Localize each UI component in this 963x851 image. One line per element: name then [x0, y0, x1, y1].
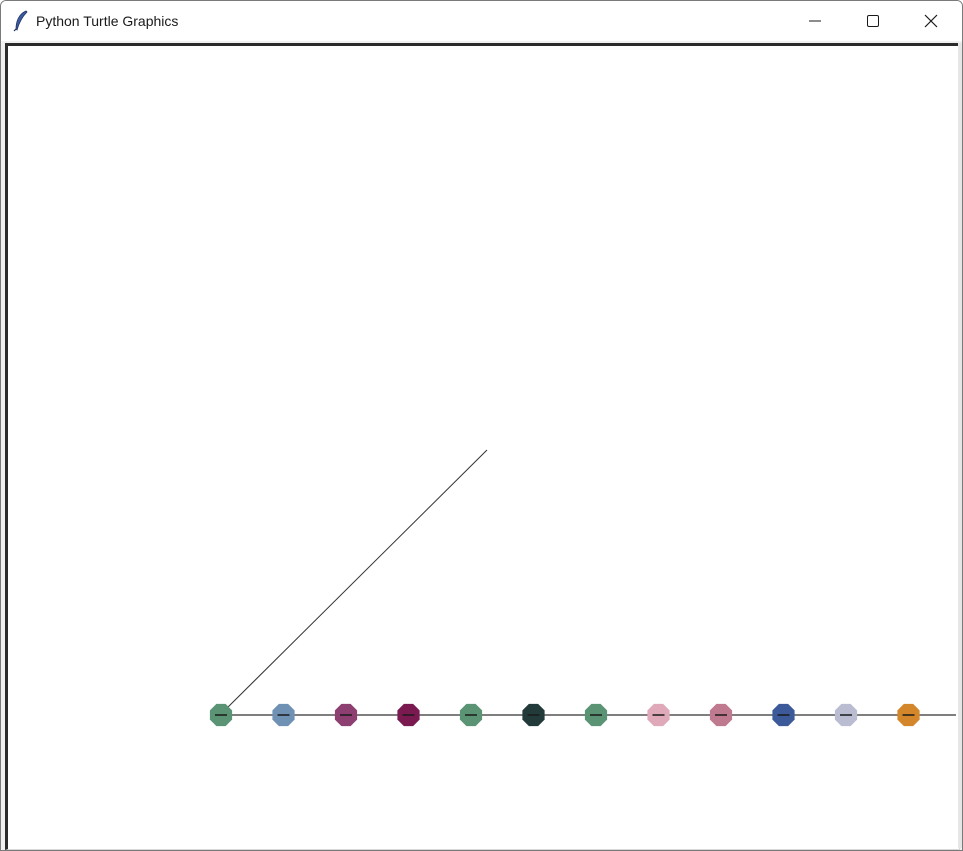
close-button[interactable] [902, 1, 960, 41]
feather-icon [13, 10, 28, 32]
window-title: Python Turtle Graphics [36, 13, 179, 29]
close-icon [924, 14, 938, 28]
minimize-icon [809, 20, 821, 22]
maximize-icon [867, 15, 879, 27]
minimize-button[interactable] [786, 1, 844, 41]
turtle-window: Python Turtle Graphics [0, 0, 963, 851]
diagonal-line [222, 449, 488, 713]
maximize-button[interactable] [844, 1, 902, 41]
title-bar[interactable]: Python Turtle Graphics [1, 1, 962, 41]
canvas-right-edge [958, 43, 962, 848]
drawing-surface [209, 449, 956, 727]
turtle-canvas[interactable] [5, 43, 960, 850]
